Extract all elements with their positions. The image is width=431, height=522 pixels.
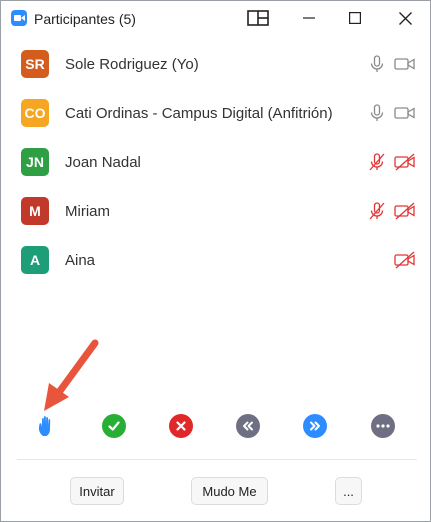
mute-me-button[interactable]: Mudo Me (191, 477, 268, 505)
video-off-icon[interactable] (394, 251, 416, 269)
divider (17, 459, 417, 460)
raise-hand-button[interactable] (35, 414, 59, 438)
microphone-icon[interactable] (368, 55, 386, 73)
video-camera-icon[interactable] (394, 104, 416, 122)
participant-name: Joan Nadal (65, 154, 141, 171)
avatar: M (21, 197, 49, 225)
maximize-button[interactable] (332, 1, 378, 35)
minimize-button[interactable] (286, 1, 332, 35)
participant-name: Cati Ordinas - Campus Digital (Anfitrión… (65, 105, 333, 122)
raise-hand-icon (38, 416, 51, 436)
video-off-icon[interactable] (394, 202, 416, 220)
participant-row[interactable]: A Aina (1, 236, 430, 285)
go-faster-button[interactable] (303, 414, 327, 438)
more-reactions-button[interactable] (371, 414, 395, 438)
fast-forward-icon (310, 421, 320, 431)
window-title: Participantes (5) (34, 11, 136, 27)
invite-button[interactable]: Invitar (70, 477, 124, 505)
microphone-muted-icon[interactable] (368, 153, 386, 171)
zoom-camera-icon (11, 10, 27, 26)
rewind-icon (243, 421, 253, 431)
close-button[interactable] (382, 1, 428, 35)
avatar: CO (21, 99, 49, 127)
annotation-arrow-icon (44, 339, 99, 411)
participant-row[interactable]: SR Sole Rodriguez (Yo) (1, 40, 430, 89)
more-options-button[interactable]: ... (335, 477, 362, 505)
go-slower-button[interactable] (236, 414, 260, 438)
title-bar: Participantes (5) (1, 1, 430, 35)
microphone-muted-icon[interactable] (368, 202, 386, 220)
participant-name: Sole Rodriguez (Yo) (65, 56, 199, 73)
video-off-icon[interactable] (394, 153, 416, 171)
no-button[interactable] (169, 414, 193, 438)
participant-name: Miriam (65, 203, 110, 220)
participant-row[interactable]: M Miriam (1, 187, 430, 236)
participant-name: Aina (65, 252, 96, 269)
participants-window: Participantes (5) SR Sole Rodriguez (Yo)… (0, 0, 431, 522)
x-icon (176, 421, 186, 431)
more-icon (376, 424, 390, 428)
avatar: JN (21, 148, 49, 176)
video-camera-icon[interactable] (394, 55, 416, 73)
avatar: A (21, 246, 49, 274)
check-icon (108, 421, 120, 431)
participant-row[interactable]: JN Joan Nadal (1, 138, 430, 187)
microphone-icon[interactable] (368, 104, 386, 122)
layout-icon (247, 10, 269, 26)
avatar: SR (21, 50, 49, 78)
yes-button[interactable] (102, 414, 126, 438)
reactions-bar (1, 411, 430, 441)
layout-button[interactable] (235, 1, 281, 35)
close-icon (398, 11, 412, 25)
participant-row[interactable]: CO Cati Ordinas - Campus Digital (Anfitr… (1, 89, 430, 138)
minimize-icon (303, 17, 315, 19)
maximize-icon (349, 12, 361, 24)
